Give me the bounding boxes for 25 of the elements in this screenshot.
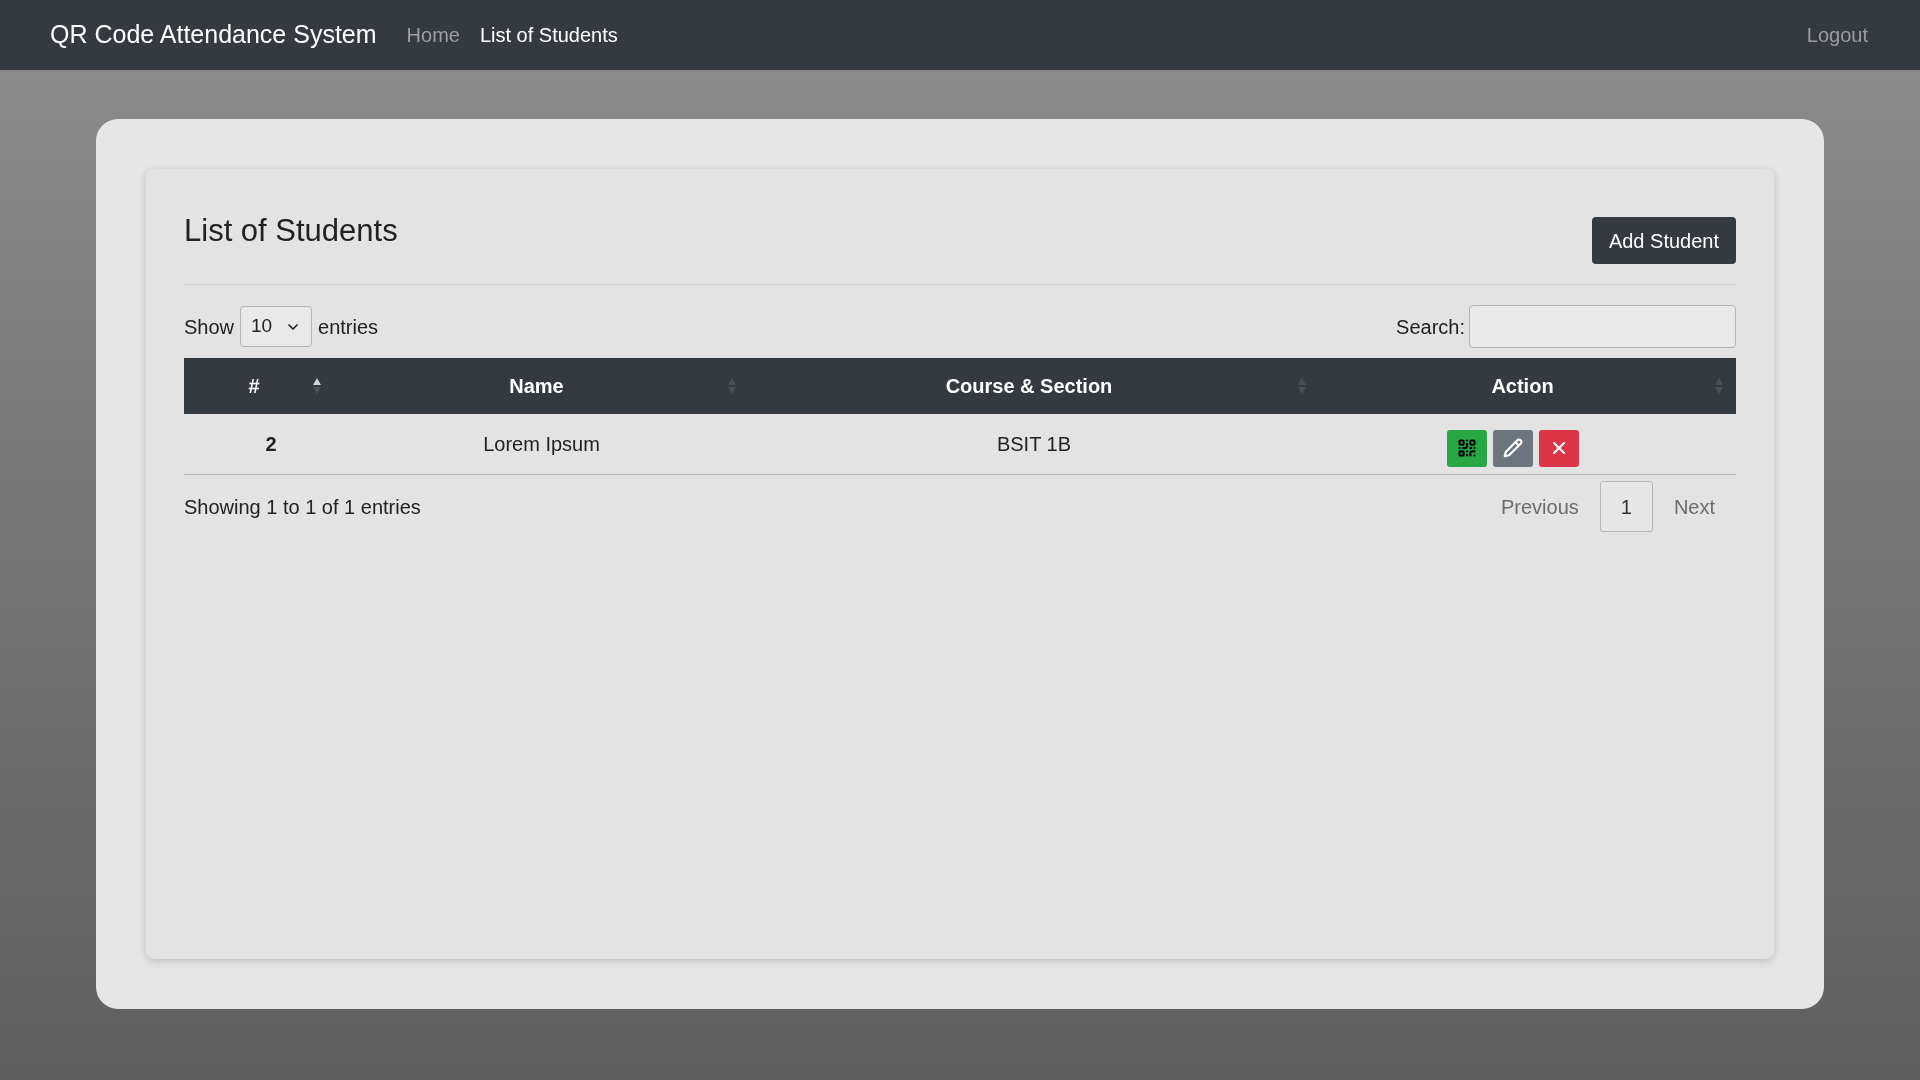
qr-code-icon <box>1456 438 1477 458</box>
show-label: Show <box>184 314 235 340</box>
add-student-button[interactable]: Add Student <box>1591 217 1736 264</box>
table-cell: BSIT 1B <box>996 433 1072 455</box>
pagination-link[interactable]: 1 <box>1599 481 1653 532</box>
qr-button[interactable] <box>1446 429 1487 467</box>
search-label: Search: <box>1396 314 1465 340</box>
column-header[interactable]: Name <box>346 371 727 401</box>
pencil-icon <box>1502 438 1523 458</box>
edit-button[interactable] <box>1492 429 1533 467</box>
nav-link[interactable]: Home <box>406 20 460 50</box>
column-header[interactable]: # <box>196 371 312 401</box>
logout-link[interactable]: Logout <box>1806 20 1868 50</box>
entries-info: Showing 1 to 1 of 1 entries <box>184 494 421 520</box>
brand-title[interactable]: QR Code Attendance System <box>50 16 377 54</box>
table-cell: Lorem Ipsum <box>483 433 600 455</box>
entries-select[interactable]: 10 <box>240 306 313 347</box>
card-title: List of Students <box>184 212 398 250</box>
column-header[interactable]: Action <box>1331 371 1714 401</box>
table-cell-text: 2 <box>264 433 277 455</box>
delete-button[interactable] <box>1538 429 1579 467</box>
nav-link[interactable]: List of Students <box>479 20 618 50</box>
entries-label: entries <box>318 314 379 340</box>
search-field[interactable] <box>1469 305 1736 348</box>
column-header[interactable]: Course & Section <box>761 371 1297 401</box>
